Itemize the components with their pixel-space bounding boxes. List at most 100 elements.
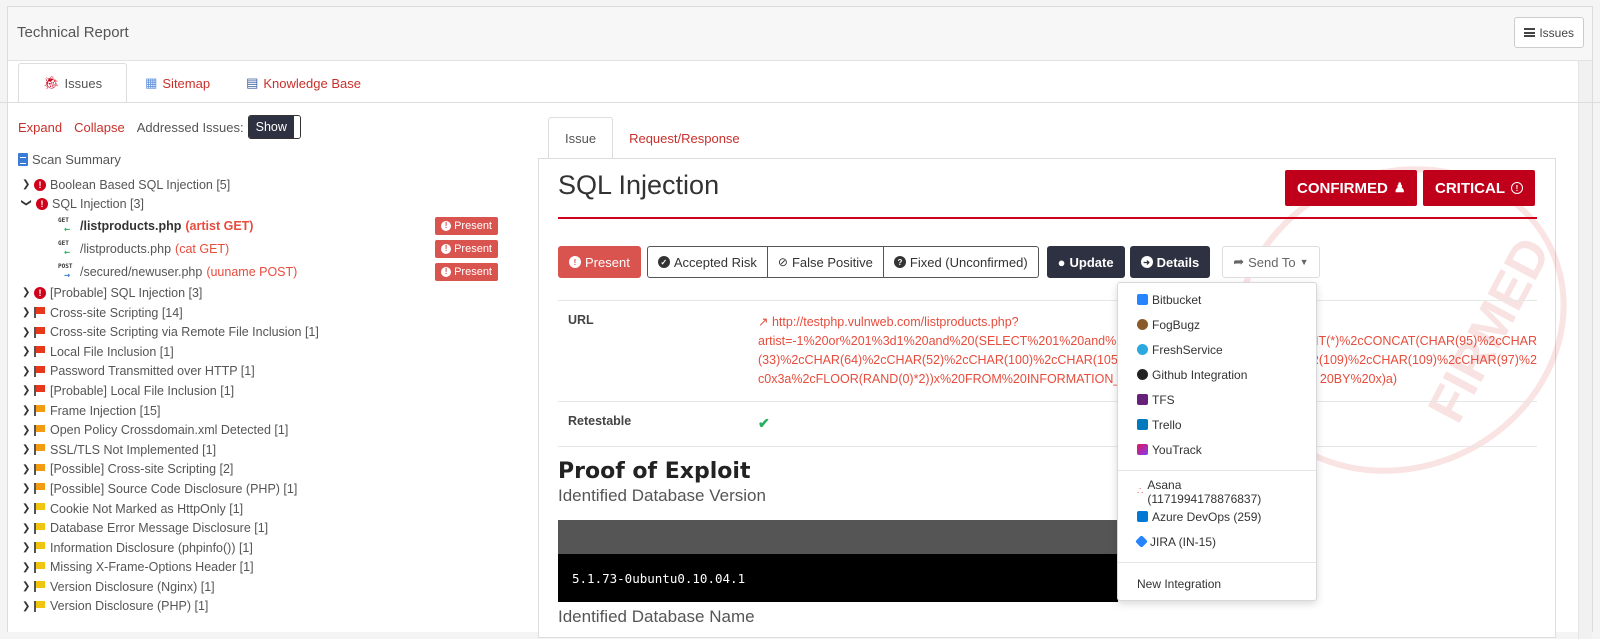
send-to-button[interactable]: ➦ Send To ▼ [1222,246,1320,278]
tree-node[interactable]: ❯ Password Transmitted over HTTP [1] [18,362,508,382]
expand-link[interactable]: Expand [18,120,62,135]
menu-item-tfs[interactable]: TFS [1118,387,1316,412]
update-button[interactable]: ● Update [1046,246,1125,278]
tree-node[interactable]: ❯ [Possible] Source Code Disclosure (PHP)… [18,479,508,499]
addressed-issues-toggle[interactable]: Show [247,115,301,139]
tab-issues[interactable]: 🐞︎ Issues [18,63,128,103]
check-icon: ✔ [758,415,770,431]
chevron-right-icon[interactable]: ❯ [18,366,34,377]
menu-item-github[interactable]: Github Integration [1118,362,1316,387]
exclamation-icon: ! [569,256,581,268]
chevron-right-icon[interactable]: ❯ [18,425,34,436]
tree-node[interactable]: ❯ Frame Injection [15] [18,401,508,421]
url-line: (33)%2cCHAR(64)%2cCHAR(52)%2cCHAR(100)%2… [758,353,1134,367]
chevron-right-icon[interactable]: ❯ [18,346,34,357]
menu-item-youtrack[interactable]: YouTrack [1118,437,1316,462]
chevron-right-icon[interactable]: ❯ [18,464,34,475]
menu-divider [1118,470,1316,471]
menu-item-trello[interactable]: Trello [1118,412,1316,437]
tree-node-label: SQL Injection [3] [52,197,144,212]
menu-item-freshservice[interactable]: FreshService [1118,337,1316,362]
chevron-right-icon[interactable]: ❯ [18,179,34,190]
tree-node[interactable]: ❯ Version Disclosure (Nginx) [1] [18,577,508,597]
issue-instance[interactable]: POST → /secured/newuser.php (uuname POST)… [18,260,508,283]
chevron-right-icon[interactable]: ❯ [18,523,34,534]
menu-item-label: Trello [1152,417,1182,432]
critical-badge: CRITICAL ! [1423,170,1535,206]
trello-icon [1137,419,1148,430]
tree-node[interactable]: ❯ Cross-site Scripting [14] [18,303,508,323]
tab-request-response[interactable]: Request/Response [613,117,756,159]
bitbucket-icon [1137,294,1148,305]
tree-node-label: Cookie Not Marked as HttpOnly [1] [50,501,244,516]
confirmed-badge: CONFIRMED ♟ [1285,170,1418,206]
youtrack-icon [1137,444,1148,455]
collapse-link[interactable]: Collapse [74,120,125,135]
menu-item-jira[interactable]: JIRA (IN-15) [1118,529,1316,554]
chevron-right-icon[interactable]: ❯ [18,287,34,298]
yellow-flag-icon [34,581,46,593]
chevron-right-icon[interactable]: ❯ [18,385,34,396]
badge-label: Present [454,242,492,255]
retestable-label: Retestable [568,414,632,428]
tree-node[interactable]: ❯ Local File Inclusion [1] [18,342,508,362]
chevron-right-icon[interactable]: ❯ [18,307,34,318]
issues-button-label: Issues [1539,25,1574,40]
tab-issue[interactable]: Issue [548,117,614,159]
chevron-right-icon[interactable]: ❯ [18,327,34,338]
tree-node[interactable]: ❯ Information Disclosure (phpinfo()) [1] [18,538,508,558]
chevron-right-icon[interactable]: ❯ [18,581,34,592]
tree-node[interactable]: ❯ ! Boolean Based SQL Injection [5] [18,175,508,195]
tab-sitemap[interactable]: ▦ Sitemap [127,63,228,103]
chevron-right-icon[interactable]: ❯ [18,601,34,612]
tree-node[interactable]: ❯ [Probable] Local File Inclusion [1] [18,381,508,401]
tab-knowledge-base[interactable]: ▤ Knowledge Base [228,63,379,103]
tree-node[interactable]: ❯ Cross-site Scripting via Remote File In… [18,322,508,342]
tree-node[interactable]: ❯ Database Error Message Disclosure [1] [18,518,508,538]
menu-item-azure-devops[interactable]: Azure DevOps (259) [1118,504,1316,529]
tree-node[interactable]: ❯ Cookie Not Marked as HttpOnly [1] [18,499,508,519]
tree-node[interactable]: ❯ Version Disclosure (PHP) [1] [18,597,508,617]
fixed-unconfirmed-button[interactable]: ? Fixed (Unconfirmed) [883,246,1039,278]
tree-node[interactable]: ❯ Open Policy Crossdomain.xml Detected [1… [18,420,508,440]
tree-node[interactable]: ❯ Missing X-Frame-Options Header [1] [18,558,508,578]
details-button[interactable]: ➜ Details [1129,246,1211,278]
critical-icon: ! [34,178,46,191]
scrollbar[interactable] [1578,61,1592,639]
chevron-right-icon[interactable]: ❯ [18,503,34,514]
url-line: artist=-1%20or%201%3d1%20and%20(SELECT%2… [758,334,1117,348]
tree-node[interactable]: ❯! [Probable] SQL Injection [3] [18,283,508,303]
tree-node-label: [Possible] Cross-site Scripting [2] [50,462,234,477]
detail-tabs: Issue Request/Response [548,117,756,159]
chevron-right-icon[interactable]: ❯ [18,542,34,553]
chevron-right-icon[interactable]: ❯ [18,483,34,494]
menu-item-label: FogBugz [1152,317,1201,332]
issues-button[interactable]: Issues [1514,17,1584,48]
menu-item-asana[interactable]: ∴ Asana (1171994178876837) [1118,478,1316,506]
addressed-issues-label: Addressed Issues: [136,119,244,135]
menu-item-fogbugz[interactable]: FogBugz [1118,312,1316,337]
details-label: Details [1156,254,1200,270]
tree-node[interactable]: ❯ SSL/TLS Not Implemented [1] [18,440,508,460]
chevron-right-icon[interactable]: ❯ [18,444,34,455]
db-name-heading: Identified Database Name [558,607,755,626]
accepted-risk-button[interactable]: ✓ Accepted Risk [646,246,768,278]
menu-item-label: JIRA (IN-15) [1150,534,1217,549]
tree-node-expanded[interactable]: ❯ ! SQL Injection [3] [18,195,508,215]
chevron-right-icon[interactable]: ❯ [18,562,34,573]
scan-summary-link[interactable]: Scan Summary [18,150,508,168]
url-line: OUNT(*)%2cCONCAT(CHAR(95)%2cCHAR [1290,334,1537,348]
send-to-label: Send To [1248,254,1296,270]
issue-instance[interactable]: GET ← /listproducts.php (cat GET) ! Presen… [18,237,508,260]
menu-item-new-integration[interactable]: New Integration [1118,571,1316,596]
chevron-down-icon[interactable]: ❯ [21,198,32,210]
present-status-button[interactable]: ! Present [558,246,641,278]
tree-node[interactable]: ❯ [Possible] Cross-site Scripting [2] [18,460,508,480]
arrow-circle-right-icon: ➜ [1140,256,1153,268]
sitemap-icon: ▦ [145,75,158,90]
menu-item-bitbucket[interactable]: Bitbucket [1118,287,1316,312]
false-positive-button[interactable]: ⊘ False Positive [767,246,884,278]
chevron-right-icon[interactable]: ❯ [18,405,34,416]
issue-instance[interactable]: GET ← /listproducts.php (artist GET) ! Pre… [18,214,508,237]
document-icon [18,152,28,166]
